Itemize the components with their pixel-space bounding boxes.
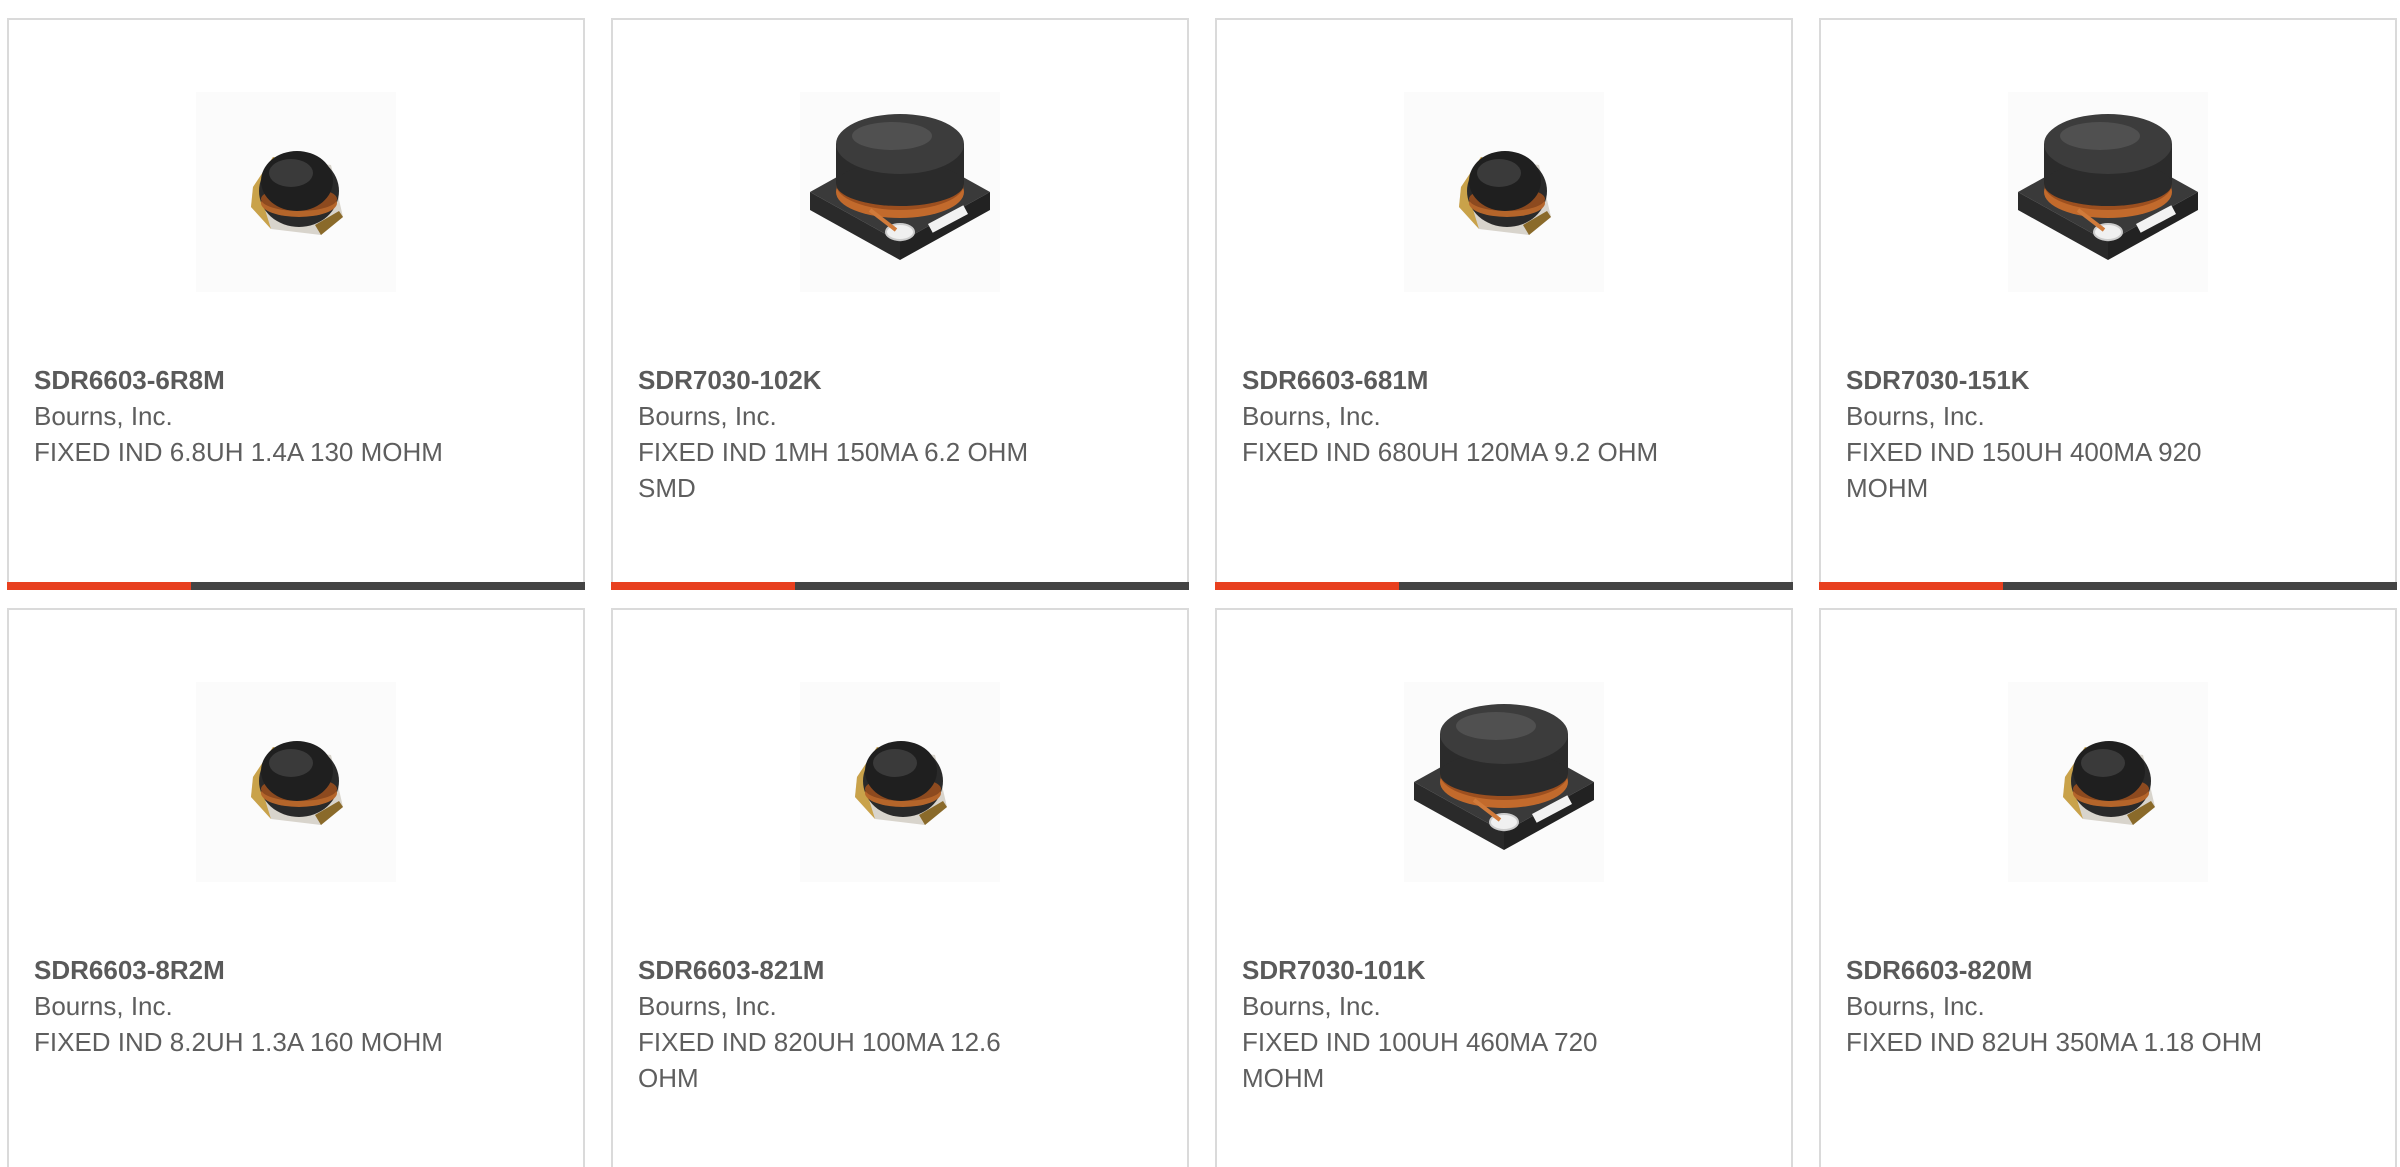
product-grid: SDR6603-6R8M Bourns, Inc. FIXED IND 6.8U… [0, 0, 2400, 1167]
card-accent-bar [1819, 582, 2003, 590]
card-bottom-bar [1819, 582, 2397, 590]
product-image[interactable] [2008, 92, 2208, 292]
inductor-small-icon [2063, 741, 2155, 825]
inductor-small-icon [251, 741, 343, 825]
card-bottom-bar [611, 582, 1189, 590]
manufacturer: Bourns, Inc. [1846, 991, 1985, 1021]
inductor-small-icon [1459, 151, 1551, 235]
product-card[interactable]: SDR7030-102K Bourns, Inc. FIXED IND 1MH … [611, 18, 1189, 590]
inductor-small-icon [855, 741, 947, 825]
inductor-large-icon [1414, 704, 1594, 850]
product-image[interactable] [196, 92, 396, 292]
manufacturer: Bourns, Inc. [34, 401, 173, 431]
inductor-small-icon [251, 151, 343, 235]
product-card[interactable]: SDR6603-820M Bourns, Inc. FIXED IND 82UH… [1819, 608, 2397, 1167]
inductor-large-icon [810, 114, 990, 260]
description: FIXED IND 100UH 460MA 720 MOHM [1242, 1027, 1598, 1093]
product-card[interactable]: SDR6603-821M Bourns, Inc. FIXED IND 820U… [611, 608, 1189, 1167]
product-image[interactable] [800, 682, 1000, 882]
manufacturer: Bourns, Inc. [638, 991, 777, 1021]
card-bottom-bar [1215, 582, 1793, 590]
description: FIXED IND 6.8UH 1.4A 130 MOHM [34, 437, 443, 467]
description: FIXED IND 680UH 120MA 9.2 OHM [1242, 437, 1659, 467]
product-image[interactable] [800, 92, 1000, 292]
card-accent-bar [7, 582, 191, 590]
description: FIXED IND 820UH 100MA 12.6 OHM [638, 1027, 1001, 1093]
card-accent-bar [611, 582, 795, 590]
description: FIXED IND 150UH 400MA 920 MOHM [1846, 437, 2202, 503]
part-number[interactable]: SDR6603-6R8M [34, 362, 563, 398]
card-bottom-bar [7, 582, 585, 590]
description: FIXED IND 8.2UH 1.3A 160 MOHM [34, 1027, 443, 1057]
card-accent-bar [1215, 582, 1399, 590]
product-card[interactable]: SDR6603-6R8M Bourns, Inc. FIXED IND 6.8U… [7, 18, 585, 590]
manufacturer: Bourns, Inc. [1242, 401, 1381, 431]
product-image[interactable] [1404, 92, 1604, 292]
part-number[interactable]: SDR7030-102K [638, 362, 1167, 398]
part-number[interactable]: SDR6603-681M [1242, 362, 1771, 398]
manufacturer: Bourns, Inc. [638, 401, 777, 431]
manufacturer: Bourns, Inc. [34, 991, 173, 1021]
part-number[interactable]: SDR7030-101K [1242, 952, 1771, 988]
product-card[interactable]: SDR6603-681M Bourns, Inc. FIXED IND 680U… [1215, 18, 1793, 590]
product-card[interactable]: SDR7030-101K Bourns, Inc. FIXED IND 100U… [1215, 608, 1793, 1167]
part-number[interactable]: SDR7030-151K [1846, 362, 2375, 398]
manufacturer: Bourns, Inc. [1846, 401, 1985, 431]
part-number[interactable]: SDR6603-8R2M [34, 952, 563, 988]
inductor-large-icon [2018, 114, 2198, 260]
product-card[interactable]: SDR7030-151K Bourns, Inc. FIXED IND 150U… [1819, 18, 2397, 590]
product-card[interactable]: SDR6603-8R2M Bourns, Inc. FIXED IND 8.2U… [7, 608, 585, 1167]
product-image[interactable] [2008, 682, 2208, 882]
product-image[interactable] [1404, 682, 1604, 882]
description: FIXED IND 82UH 350MA 1.18 OHM [1846, 1027, 2263, 1057]
description: FIXED IND 1MH 150MA 6.2 OHM SMD [638, 437, 1029, 503]
product-image[interactable] [196, 682, 396, 882]
manufacturer: Bourns, Inc. [1242, 991, 1381, 1021]
part-number[interactable]: SDR6603-821M [638, 952, 1167, 988]
part-number[interactable]: SDR6603-820M [1846, 952, 2375, 988]
